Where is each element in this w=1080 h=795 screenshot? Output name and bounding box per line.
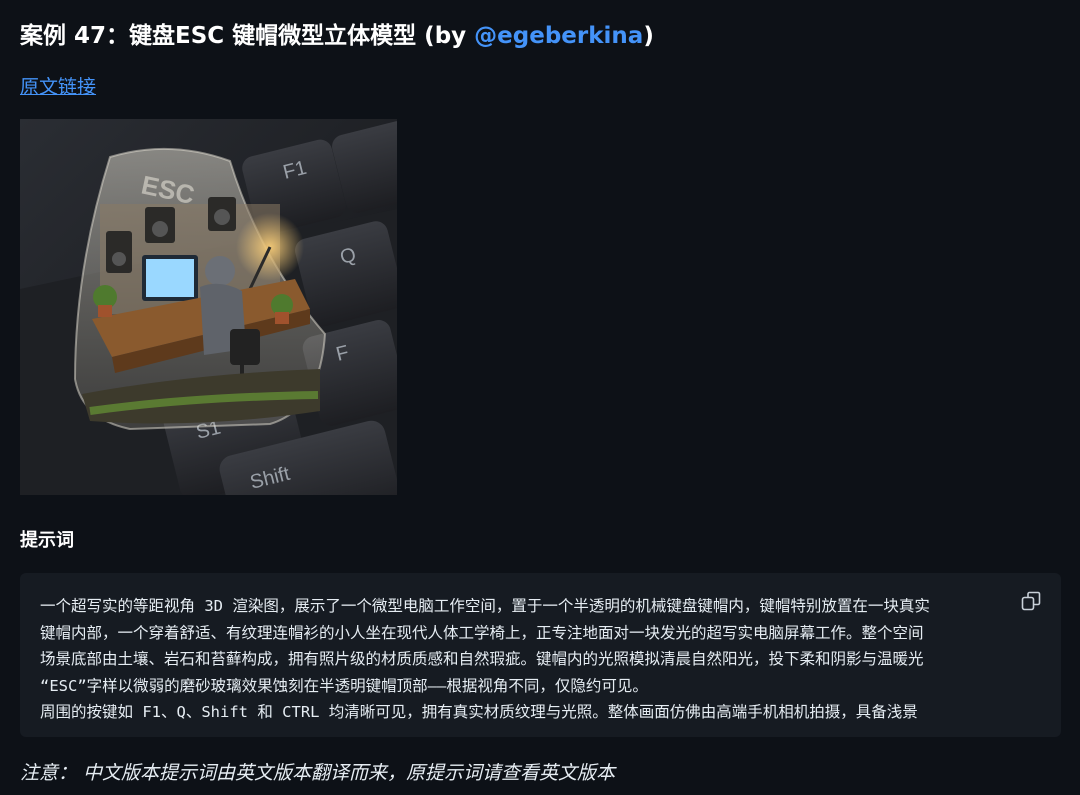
page-title: 案例 47：键盘ESC 键帽微型立体模型 (by @egeberkina) [20,16,654,50]
author-link[interactable]: @egeberkina [474,23,643,49]
prompt-line: 场景底部由土壤、岩石和苔藓构成，拥有照片级的材质质感和自然瑕疵。键帽内的光照模拟… [40,650,924,669]
source-link[interactable]: 原文链接 [20,72,96,99]
title-prefix: 案例 47：键盘ESC 键帽微型立体模型 (by [20,23,475,49]
prompt-line: “ESC”字样以微弱的磨砂玻璃效果蚀刻在半透明键帽顶部——根据视角不同，仅隐约可… [40,676,648,695]
prompt-heading: 提示词 [20,530,74,551]
prompt-line: 一个超写实的等距视角 3D 渲染图，展示了一个微型电脑工作空间，置于一个半透明的… [40,597,930,615]
title-suffix: ) [643,23,654,49]
prompt-line: 周围的按键如 F1、Q、Shift 和 CTRL 均清晰可见，拥有真实材质纹理与… [40,703,918,722]
prompt-line: 键帽内部，一个穿着舒适、有纹理连帽衫的小人坐在现代人体工学椅上，正专注地面对一块… [40,623,924,642]
prompt-code-block: 一个超写实的等距视角 3D 渲染图，展示了一个微型电脑工作空间，置于一个半透明的… [20,573,1061,737]
keycap-illustration: F1 Q F S1 Shift ESC [20,119,397,495]
translation-note: 注意： 中文版本提示词由英文版本翻译而来，原提示词请查看英文版本 [20,762,616,784]
hero-image: F1 Q F S1 Shift ESC [20,119,397,495]
prompt-text: 一个超写实的等距视角 3D 渲染图，展示了一个微型电脑工作空间，置于一个半透明的… [40,593,1007,726]
copy-icon [1021,591,1041,611]
copy-button[interactable] [1019,589,1043,613]
